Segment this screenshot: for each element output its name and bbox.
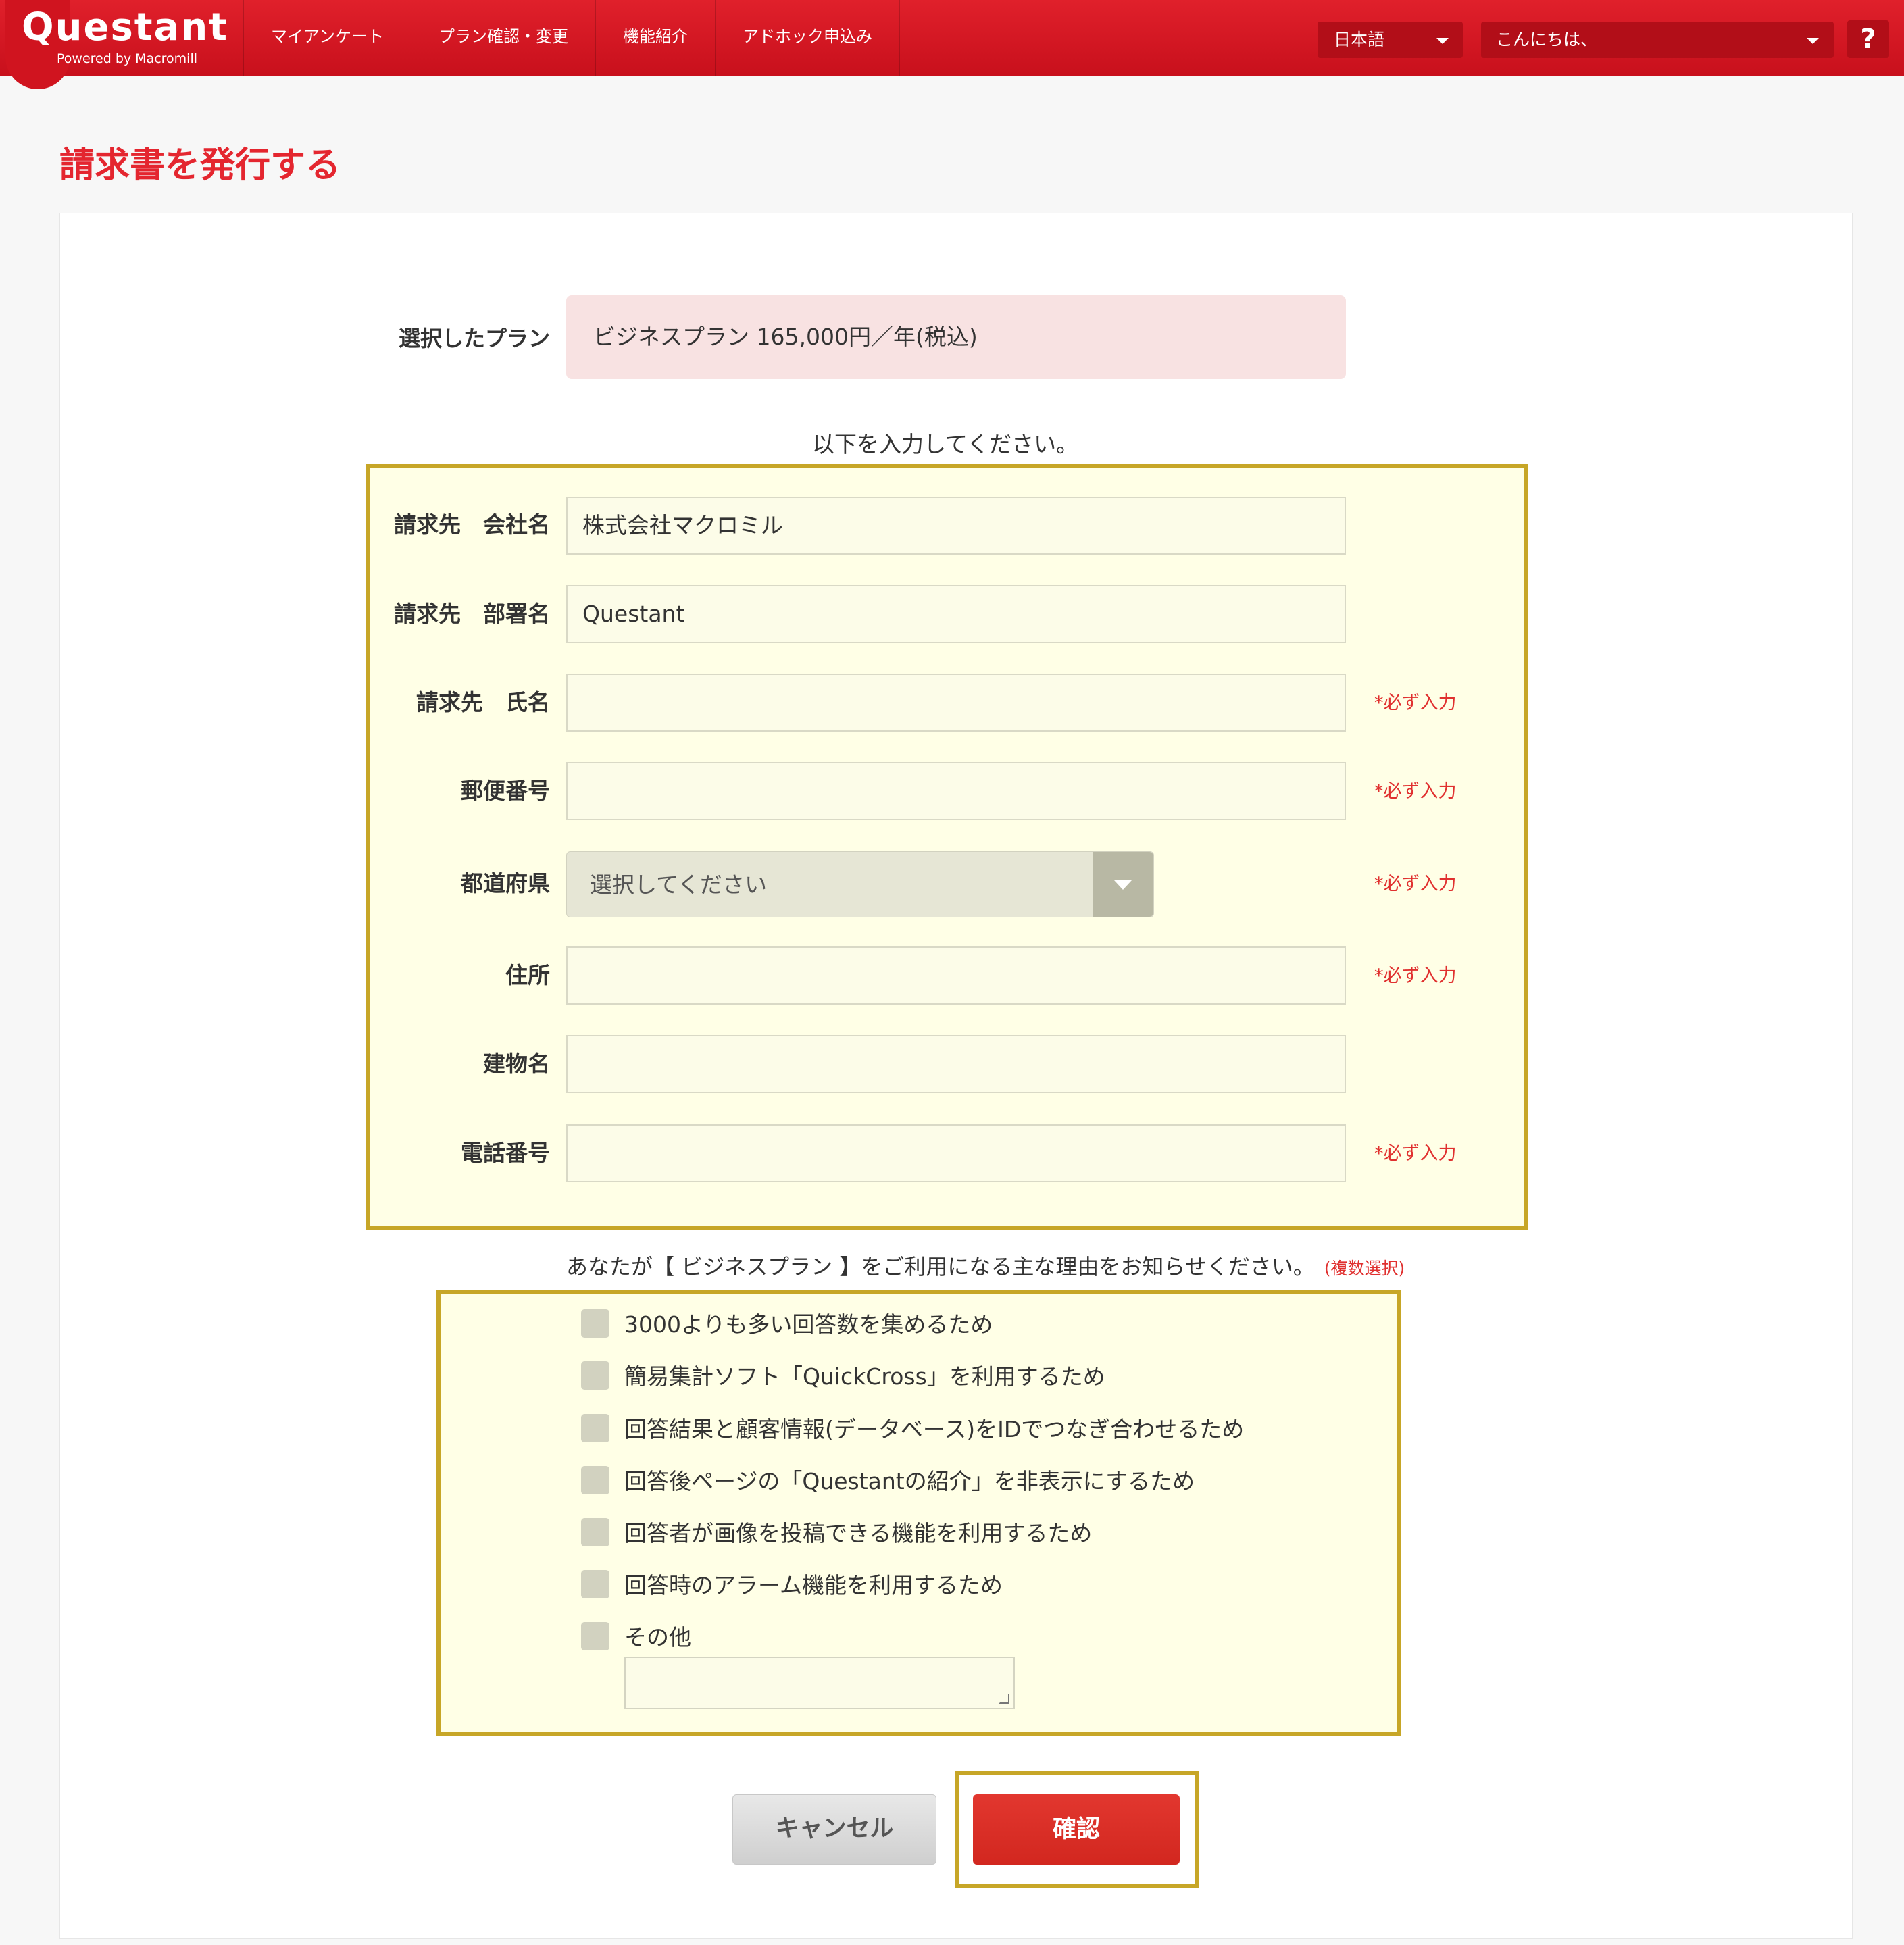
language-select[interactable]: 日本語: [1318, 22, 1463, 58]
prefecture-select[interactable]: 選択してください: [566, 851, 1154, 917]
reason-question: あなたが【 ビジネスプラン 】をご利用になる主な理由をお知らせください。 (複数選…: [566, 1250, 1405, 1286]
reason-checkbox-1[interactable]: [581, 1309, 609, 1338]
department-label: 請求先 部署名: [394, 601, 550, 627]
reason-checkbox-3[interactable]: [581, 1414, 609, 1442]
department-field[interactable]: Questant: [566, 585, 1346, 643]
name-field[interactable]: [566, 674, 1346, 732]
page-title: 請求書を発行する: [59, 145, 341, 186]
reason-label-5: 回答者が画像を投稿できる機能を利用するため: [624, 1520, 1093, 1546]
billing-form-panel: [366, 464, 1528, 1230]
other-reason-textarea[interactable]: [624, 1657, 1015, 1709]
selected-plan-value: ビジネスプラン 165,000円／年(税込): [593, 324, 978, 350]
required-note: *必ず入力: [1374, 874, 1457, 894]
select-arrow-box: [1093, 852, 1153, 917]
nav-adhoc[interactable]: アドホック申込み: [716, 0, 901, 76]
language-value: 日本語: [1334, 30, 1385, 49]
address-label: 住所: [505, 962, 550, 988]
name-label: 請求先 氏名: [416, 689, 550, 715]
phone-field[interactable]: [566, 1124, 1346, 1182]
postal-code-field[interactable]: [566, 762, 1346, 820]
reason-checkbox-4[interactable]: [581, 1466, 609, 1494]
reason-question-text: あなたが【 ビジネスプラン 】をご利用になる主な理由をお知らせください。: [566, 1254, 1315, 1280]
postal-label: 郵便番号: [461, 778, 550, 804]
confirm-button[interactable]: 確認: [973, 1794, 1180, 1865]
chevron-down-icon: [1114, 880, 1132, 890]
prefecture-label: 都道府県: [461, 870, 550, 896]
logo-subtitle: Powered by Macromill: [57, 51, 198, 66]
building-field[interactable]: [566, 1035, 1346, 1093]
reason-label-other: その他: [624, 1624, 691, 1650]
nav-my-surveys[interactable]: マイアンケート: [243, 0, 412, 76]
address-field[interactable]: [566, 946, 1346, 1005]
required-note: *必ず入力: [1374, 965, 1457, 986]
reason-checkbox-other[interactable]: [581, 1622, 609, 1650]
required-note: *必ず入力: [1374, 1143, 1457, 1164]
user-menu[interactable]: こんにちは、: [1481, 22, 1834, 58]
selected-plan-box: ビジネスプラン 165,000円／年(税込): [566, 295, 1346, 379]
reason-checkbox-6[interactable]: [581, 1570, 609, 1598]
reason-label-4: 回答後ページの「Questantの紹介」を非表示にするため: [624, 1468, 1195, 1494]
help-icon[interactable]: ?: [1847, 20, 1889, 58]
company-field[interactable]: 株式会社マクロミル: [566, 497, 1346, 555]
greeting-text: こんにちは、: [1496, 30, 1598, 49]
nav-features[interactable]: 機能紹介: [596, 0, 716, 76]
form-instruction-text: 以下を入力してください。: [811, 431, 1079, 457]
reason-checkbox-2[interactable]: [581, 1361, 609, 1390]
reason-label-3: 回答結果と顧客情報(データベース)をIDでつなぎ合わせるため: [624, 1416, 1245, 1442]
reason-label-6: 回答時のアラーム機能を利用するため: [624, 1572, 1003, 1598]
phone-label: 電話番号: [461, 1140, 550, 1166]
chevron-down-icon: [1807, 38, 1819, 44]
logo[interactable]: Questant: [22, 4, 228, 51]
reason-checkbox-5[interactable]: [581, 1518, 609, 1546]
form-instruction: 以下を入力してください。: [0, 427, 1904, 462]
reason-label-1: 3000よりも多い回答数を集めるため: [624, 1311, 993, 1338]
building-label: 建物名: [483, 1051, 550, 1077]
chevron-down-icon: [1436, 38, 1449, 44]
nav-plan-change[interactable]: プラン確認・変更: [411, 0, 597, 76]
company-label: 請求先 会社名: [394, 511, 550, 538]
prefecture-value: 選択してください: [590, 872, 768, 898]
required-note: *必ず入力: [1374, 781, 1457, 802]
reason-label-2: 簡易集計ソフト「QuickCross」を利用するため: [624, 1363, 1105, 1390]
top-header: Questant Powered by Macromill マイアンケート プラ…: [0, 0, 1904, 89]
resize-grip-icon[interactable]: [999, 1693, 1009, 1704]
multi-select-note: (複数選択): [1324, 1259, 1405, 1278]
plan-label: 選択したプラン: [398, 326, 550, 351]
required-note: *必ず入力: [1374, 692, 1457, 713]
cancel-button[interactable]: キャンセル: [732, 1794, 936, 1865]
main-nav: マイアンケート プラン確認・変更 機能紹介 アドホック申込み: [243, 0, 901, 76]
